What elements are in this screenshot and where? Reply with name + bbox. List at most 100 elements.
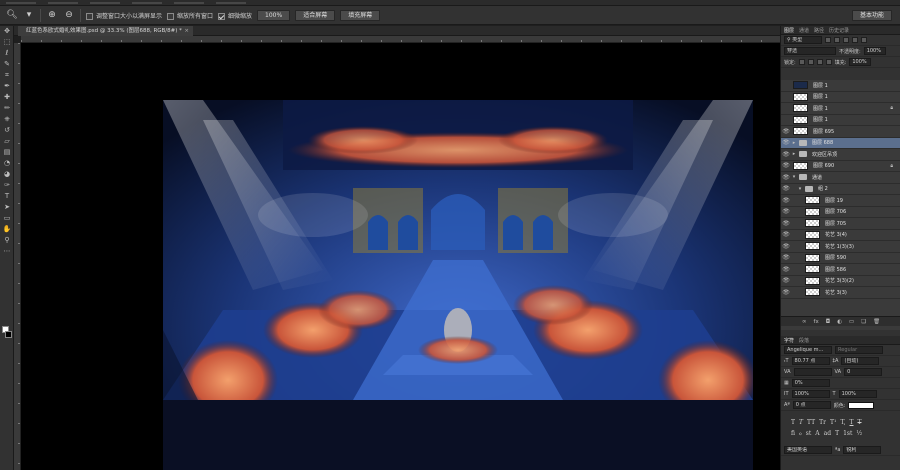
menu-item-placeholder[interactable] <box>132 2 162 4</box>
filter-adjustment-icon[interactable] <box>834 37 840 43</box>
zoom-in-icon[interactable]: ⊕ <box>46 9 58 21</box>
chevron-down-icon[interactable]: ▾ <box>23 9 35 21</box>
layer-thumbnail[interactable] <box>793 104 808 113</box>
visibility-eye-icon[interactable]: 👁︎ <box>781 185 791 192</box>
dodge-tool-icon[interactable]: ◕ <box>0 169 14 180</box>
filter-pixel-icon[interactable] <box>825 37 831 43</box>
layer-thumbnail[interactable] <box>805 196 820 205</box>
superscript-button[interactable]: T¹ <box>830 419 836 426</box>
layer-group-row[interactable]: 👁︎ ▾ 组 2 <box>781 184 900 195</box>
titling-button[interactable]: T <box>835 430 839 437</box>
layer-row[interactable]: 👁︎ 花艺 3(3)(2) <box>781 276 900 287</box>
layer-name[interactable]: 花艺 1(3)(3) <box>825 243 854 250</box>
font-size-input[interactable]: 80.77 点 <box>791 357 830 365</box>
layer-name[interactable]: 图层 1 <box>813 82 828 89</box>
zoom-100-button[interactable]: 100% <box>257 9 291 21</box>
link-layers-icon[interactable]: ∞ <box>802 319 807 325</box>
swash-button[interactable]: A <box>815 430 819 437</box>
baseline-shift-input[interactable]: 0 点 <box>792 401 831 409</box>
layer-name[interactable]: 花艺 3(4) <box>825 231 847 238</box>
resize-windows-checkbox[interactable]: 调整窗口大小以满屏显示 <box>86 11 162 20</box>
visibility-eye-icon[interactable]: 👁︎ <box>781 162 791 169</box>
layer-thumbnail[interactable] <box>805 242 820 251</box>
layer-thumbnail[interactable] <box>805 253 820 262</box>
lock-all-icon[interactable] <box>825 59 832 65</box>
lock-pixels-icon[interactable] <box>807 59 814 65</box>
brush-tool-icon[interactable]: ✏ <box>0 103 14 114</box>
layer-row[interactable]: 👁︎ 图层 695 <box>781 126 900 138</box>
layer-name[interactable]: 图层 706 <box>825 208 846 215</box>
layer-thumbnail[interactable] <box>805 207 820 216</box>
visibility-eye-icon[interactable]: 👁︎ <box>781 139 791 146</box>
stylistic-alternates-button[interactable]: ad <box>824 430 831 437</box>
lock-transparent-icon[interactable] <box>798 59 805 65</box>
healing-brush-tool-icon[interactable]: ✚ <box>0 92 14 103</box>
tracking-input[interactable]: 0 <box>844 368 883 376</box>
move-tool-icon[interactable]: ✥ <box>0 26 14 37</box>
layer-group-row[interactable]: 👁︎ ▾ 通道 <box>781 172 900 184</box>
kind-filter-select[interactable]: ⚲ 类型 <box>784 36 822 44</box>
checkbox-box[interactable] <box>86 12 93 20</box>
adjustment-layer-icon[interactable]: ◐ <box>837 319 842 325</box>
visibility-eye-icon[interactable]: 👁︎ <box>781 174 791 181</box>
history-brush-tool-icon[interactable]: ↺ <box>0 125 14 136</box>
checkbox-box[interactable] <box>167 12 175 20</box>
menu-item-placeholder[interactable] <box>48 2 78 4</box>
horizontal-scale-input[interactable]: 100% <box>838 390 877 398</box>
clone-stamp-tool-icon[interactable]: ⎈ <box>0 114 14 125</box>
visibility-eye-icon[interactable]: 👁︎ <box>781 289 791 296</box>
visibility-eye-icon[interactable]: 👁︎ <box>781 277 791 284</box>
zoom-tool-icon[interactable]: 🔍︎ <box>6 9 18 21</box>
leading-input[interactable]: (自动) <box>841 357 880 365</box>
layer-name[interactable]: 花艺 3(3) <box>825 289 847 296</box>
filter-smart-object-icon[interactable] <box>861 37 867 43</box>
document-tab[interactable]: 红蓝色系欧式婚礼效果图.psd @ 33.3% (图层688, RGB/8#) … <box>18 26 193 36</box>
layer-name[interactable]: 图层 1 <box>813 116 828 123</box>
strikethrough-button[interactable]: T <box>858 419 862 426</box>
eraser-tool-icon[interactable]: ▱ <box>0 136 14 147</box>
eyedropper-tool-icon[interactable]: ✒ <box>0 81 14 92</box>
add-mask-icon[interactable]: ◘ <box>826 319 830 325</box>
new-group-icon[interactable]: ▭ <box>849 319 854 325</box>
quick-select-tool-icon[interactable]: ✎ <box>0 59 14 70</box>
close-icon[interactable]: × <box>184 26 189 36</box>
font-style-select[interactable]: Regular <box>835 346 883 354</box>
layer-thumbnail[interactable] <box>805 219 820 228</box>
layer-thumbnail[interactable] <box>805 276 820 285</box>
trash-icon[interactable]: 🗑 <box>873 319 880 325</box>
zoom-all-windows-checkbox[interactable]: 缩放所有窗口 <box>167 11 213 20</box>
visibility-eye-icon[interactable]: 👁︎ <box>781 243 791 250</box>
document-canvas[interactable] <box>21 43 780 470</box>
gradient-tool-icon[interactable]: ▤ <box>0 147 14 158</box>
blend-mode-select[interactable]: 穿透 <box>784 47 836 55</box>
tab-paragraph[interactable]: 段落 <box>799 337 809 344</box>
small-caps-button[interactable]: Tr <box>819 419 826 426</box>
disclosure-triangle-icon[interactable]: ▸ <box>791 151 797 157</box>
layer-name[interactable]: 图层 690 <box>813 162 834 169</box>
layer-thumbnail[interactable] <box>793 81 808 90</box>
layer-row[interactable]: 👁︎ 花艺 3(3) <box>781 287 900 299</box>
visibility-eye-icon[interactable]: 👁︎ <box>781 220 791 227</box>
layer-name[interactable]: 欢迎区吊顶 <box>812 151 837 158</box>
tsume-input[interactable]: 0% <box>791 379 830 387</box>
type-tool-icon[interactable]: T <box>0 191 14 202</box>
opacity-input[interactable]: 100% <box>863 47 886 55</box>
workspace-switcher[interactable]: 基本功能 <box>851 10 892 21</box>
layer-thumbnail[interactable] <box>793 92 808 101</box>
blur-tool-icon[interactable]: ◔ <box>0 158 14 169</box>
shape-tool-icon[interactable]: ▭ <box>0 213 14 224</box>
visibility-eye-icon[interactable]: 👁︎ <box>781 254 791 261</box>
tab-paths[interactable]: 路径 <box>814 27 824 34</box>
layer-name[interactable]: 图层 688 <box>812 139 833 146</box>
layer-thumbnail[interactable] <box>793 161 808 170</box>
layer-row[interactable]: 图层 1 <box>781 92 900 103</box>
layer-thumbnail[interactable] <box>805 230 820 239</box>
layer-row[interactable]: 👁︎ 图层 586 <box>781 264 900 276</box>
layer-name[interactable]: 图层 590 <box>825 254 846 261</box>
faux-italic-button[interactable]: T <box>799 419 803 426</box>
visibility-eye-icon[interactable]: 👁︎ <box>781 231 791 238</box>
tab-character[interactable]: 字符 <box>784 337 794 344</box>
zoom-out-icon[interactable]: ⊖ <box>63 9 75 21</box>
text-color-swatch[interactable] <box>848 401 875 409</box>
hand-tool-icon[interactable]: ✋ <box>0 224 14 235</box>
